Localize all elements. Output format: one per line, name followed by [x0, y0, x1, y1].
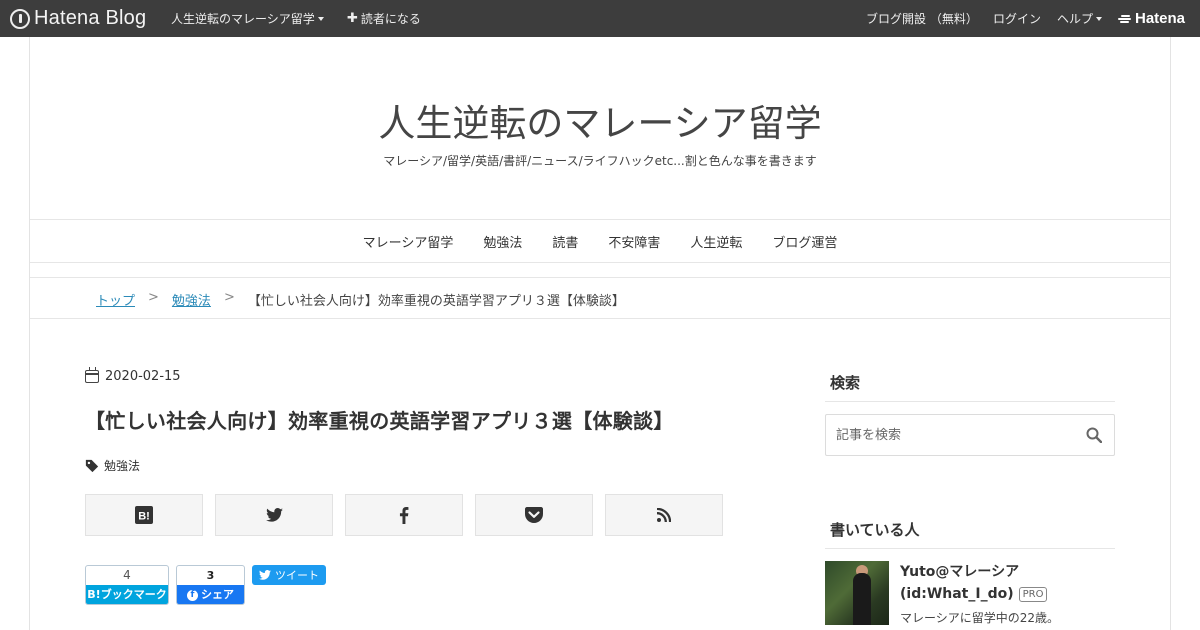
tweet-label: ツイート: [275, 569, 319, 582]
entry-category-label: 勉強法: [104, 459, 141, 473]
author-bio: マレーシアに留学中の22歳。: [900, 611, 1060, 625]
hatena-bookmark-counter[interactable]: 4 B!ブックマーク: [85, 565, 169, 605]
breadcrumb-current: 【忙しい社会人向け】効率重視の英語学習アプリ３選【体験談】: [247, 294, 625, 309]
twitter-icon: [259, 570, 271, 580]
hatena-bookmark-count: 4: [123, 568, 131, 582]
blog-menu-label: 人生逆転のマレーシア留学: [171, 12, 315, 26]
pocket-icon: [525, 506, 543, 523]
tweet-button[interactable]: ツイート: [252, 565, 326, 585]
author-name[interactable]: Yuto@マレーシア: [900, 561, 1059, 583]
share-buttons: B!: [85, 494, 723, 536]
help-label: ヘルプ: [1057, 12, 1094, 26]
nav-item-blog-management[interactable]: ブログ運営: [772, 232, 837, 251]
nav-item-reading[interactable]: 読書: [552, 232, 578, 251]
entry-title[interactable]: 【忙しい社会人向け】効率重視の英語学習アプリ３選【体験談】: [85, 405, 674, 434]
breadcrumb-top-link[interactable]: トップ: [96, 290, 135, 309]
hatena-brand-link[interactable]: Hatena: [1118, 0, 1185, 37]
nav-item-anxiety[interactable]: 不安障害: [608, 232, 660, 251]
tag-icon: [85, 459, 99, 472]
chevron-down-icon: [317, 16, 324, 21]
chevron-down-icon: [1096, 16, 1103, 21]
hatena-bookmark-icon: B!: [135, 506, 153, 524]
search-input[interactable]: [836, 415, 1076, 455]
subscribe-label: 読者になる: [360, 12, 421, 26]
breadcrumb-separator: >: [148, 290, 159, 305]
search-icon[interactable]: [1086, 427, 1102, 443]
subscribe-button[interactable]: ✚ 読者になる: [347, 0, 421, 37]
login-label: ログイン: [993, 12, 1042, 26]
breadcrumb-separator: >: [223, 290, 235, 305]
facebook-share-counter[interactable]: 3 f シェア: [176, 565, 245, 605]
help-dropdown[interactable]: ヘルプ: [1057, 0, 1103, 37]
author-id[interactable]: (id:What_I_do): [900, 586, 1014, 602]
entry-category[interactable]: 勉強法: [85, 457, 140, 474]
divider: [30, 262, 1170, 263]
sidebar-about-heading: 書いている人: [825, 519, 1115, 549]
nav-item-malaysia-study[interactable]: マレーシア留学: [363, 232, 454, 251]
start-blog-label: ブログ開設 （無料）: [866, 12, 978, 26]
hatena-top-bar: Hatena Blog 人生逆転のマレーシア留学 ✚ 読者になる ブログ開設 （無…: [0, 0, 1200, 37]
entry-date[interactable]: 2020-02-15: [85, 367, 181, 384]
plus-icon: ✚: [347, 11, 358, 26]
hatena-brand-label: Hatena: [1135, 10, 1186, 27]
divider: [30, 277, 1170, 278]
hatena-blog-logo-icon: [10, 8, 30, 29]
blog-description: マレーシア/留学/英語/書評/ニュース/ライフハックetc...割と色んな事を書…: [383, 154, 817, 168]
hatena-bookmark-counter-label: B!ブックマーク: [86, 585, 168, 604]
blog-title[interactable]: 人生逆転のマレーシア留学: [0, 93, 1200, 147]
nav-item-study-method[interactable]: 勉強法: [483, 232, 522, 251]
social-counters: 4 B!ブックマーク 3 f シェア ツイート: [85, 565, 326, 605]
blog-menu-dropdown[interactable]: 人生逆転のマレーシア留学: [171, 0, 324, 37]
facebook-share-label-row: f シェア: [177, 585, 244, 604]
nav-item-life-reversal[interactable]: 人生逆転: [690, 232, 742, 251]
entry-date-text: 2020-02-15: [105, 369, 181, 384]
author-profile: Yuto@マレーシア (id:What_I_do) PRO マレーシアに留学中の2…: [825, 561, 1059, 626]
search-box: [825, 414, 1115, 456]
share-facebook-button[interactable]: [345, 494, 463, 536]
avatar[interactable]: [825, 561, 889, 625]
start-blog-link[interactable]: ブログ開設 （無料）: [866, 0, 978, 37]
share-hatena-bookmark-button[interactable]: B!: [85, 494, 203, 536]
breadcrumb: トップ > 勉強法 > 【忙しい社会人向け】効率重視の英語学習アプリ３選【体験談…: [96, 290, 625, 309]
calendar-icon: [85, 367, 99, 383]
twitter-icon: [265, 508, 283, 522]
svg-text:B!: B!: [138, 511, 150, 523]
login-link[interactable]: ログイン: [993, 0, 1041, 37]
pro-badge: PRO: [1018, 586, 1048, 602]
divider: [30, 318, 1170, 319]
breadcrumb-category-link[interactable]: 勉強法: [172, 290, 211, 309]
share-pocket-button[interactable]: [475, 494, 593, 536]
facebook-icon: f: [187, 589, 198, 601]
hatena-blog-logo[interactable]: Hatena Blog: [10, 7, 146, 30]
hatena-blog-brand-text: Hatena Blog: [34, 7, 147, 29]
divider: [30, 219, 1170, 220]
facebook-icon: [399, 506, 409, 524]
global-nav: マレーシア留学 勉強法 読書 不安障害 人生逆転 ブログ運営: [0, 232, 1200, 251]
rss-icon: [657, 508, 671, 522]
share-rss-button[interactable]: [605, 494, 723, 536]
facebook-share-count: 3: [206, 569, 215, 582]
sidebar-search-heading: 検索: [825, 372, 1115, 402]
facebook-share-label: シェア: [201, 588, 234, 601]
share-twitter-button[interactable]: [215, 494, 333, 536]
hatena-mark-icon: [1118, 14, 1131, 24]
